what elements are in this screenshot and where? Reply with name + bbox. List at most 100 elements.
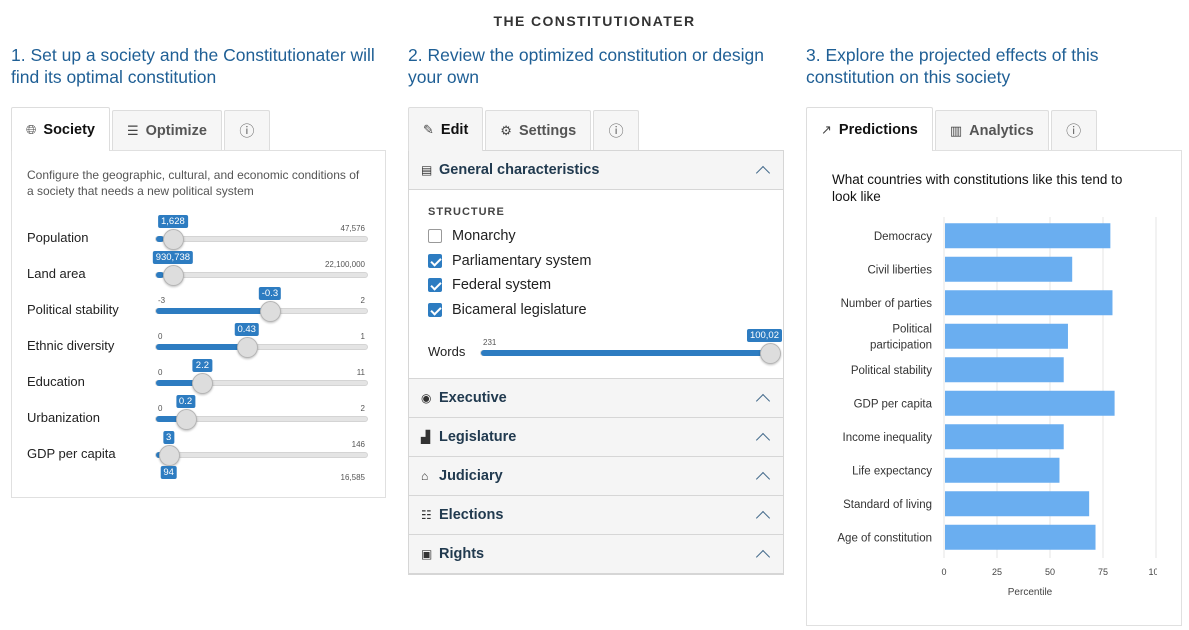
words-slider[interactable]: 231 100,02 [480, 329, 782, 364]
tab-analytics[interactable]: ▥ Analytics [934, 110, 1049, 150]
chevron-up-icon[interactable] [755, 546, 771, 562]
tab-info[interactable]: ⓘ [1050, 110, 1097, 150]
accordion-general-characteristics[interactable]: ▤ General characteristics [409, 151, 783, 190]
effects-column: 3. Explore the projected effects of this… [806, 44, 1182, 626]
x-tick-label: 25 [992, 567, 1002, 577]
chevron-up-icon[interactable] [755, 390, 771, 406]
slider-track[interactable]: -3 2 -0.3 [155, 287, 368, 322]
slider-handle[interactable] [192, 373, 214, 394]
slider-max: 2 [360, 296, 365, 305]
design-tabs: ✎ Edit ⚙ Settings ⓘ [408, 106, 784, 151]
chevron-up-icon[interactable] [755, 468, 771, 484]
trend-icon: ↗ [821, 121, 832, 137]
slider-track[interactable]: 0 1 0.43 [155, 323, 368, 358]
tab-edit[interactable]: ✎ Edit [408, 107, 484, 151]
tab-predictions[interactable]: ↗ Predictions [806, 107, 933, 151]
tab-label: Society [43, 121, 95, 138]
bar [945, 491, 1090, 517]
option-federal-system[interactable]: Federal system [428, 273, 764, 298]
bar [945, 457, 1060, 483]
words-slider-fill [481, 350, 770, 356]
building-icon: ▟ [421, 430, 431, 444]
x-tick-label: 0 [941, 567, 946, 577]
chart-title: What countries with constitutions like t… [832, 172, 1123, 204]
option-monarchy[interactable]: Monarchy [428, 224, 764, 249]
accordion-legislature[interactable]: ▟ Legislature [409, 418, 783, 457]
option-bicameral-legislature[interactable]: Bicameral legislature [428, 298, 764, 323]
tab-label: Edit [440, 121, 469, 138]
slider-max: 11 [356, 368, 365, 377]
slider-value: -0.3 [258, 287, 282, 300]
chevron-up-icon[interactable] [755, 429, 771, 445]
briefcase-icon: ▣ [421, 547, 433, 561]
accordion-elections[interactable]: ☷ Elections [409, 496, 783, 535]
slider-handle[interactable] [236, 337, 258, 358]
slider-handle[interactable] [259, 301, 281, 322]
accordion-title: Rights [439, 546, 485, 562]
category-label: Number of parties [841, 298, 933, 310]
slider-max: 2 [360, 404, 365, 413]
design-heading: 2. Review the optimized constitution or … [408, 45, 765, 87]
tab-info[interactable]: ⓘ [593, 110, 640, 150]
globe-icon: 🌐︎ [26, 121, 37, 137]
tab-society[interactable]: 🌐︎ Society [11, 107, 110, 151]
bar [945, 390, 1115, 416]
slider-value: 0.43 [234, 323, 259, 336]
checkbox-checked[interactable] [428, 302, 442, 317]
slider-label: GDP per capita [27, 446, 116, 461]
slider-track[interactable]: 47,576 1,628 [155, 215, 368, 250]
category-label: Life expectancy [852, 465, 932, 477]
slider-value: 3 [163, 431, 175, 444]
words-slider-handle[interactable] [760, 343, 781, 364]
slider-fill [156, 344, 247, 350]
tab-label: Optimize [145, 122, 207, 139]
slider-label: Ethnic diversity [27, 338, 115, 353]
category-label: Age of constitution [837, 532, 932, 544]
option-parliamentary-system[interactable]: Parliamentary system [428, 249, 764, 274]
slider-track[interactable]: 0 11 2.2 [155, 359, 368, 394]
slider-fill [156, 308, 270, 314]
sliders-icon: ☰ [127, 122, 139, 138]
effects-tabs: ↗ Predictions ▥ Analytics ⓘ [806, 106, 1182, 151]
slider-row: Land area 22,100,000 930,738 [27, 251, 370, 292]
slider-track[interactable]: 0 2 0.2 [155, 395, 368, 430]
slider-handle[interactable] [175, 409, 197, 430]
predictions-panel: What countries with constitutions like t… [806, 150, 1182, 626]
slider-row: Political stability -3 2 -0.3 [27, 287, 370, 328]
tab-optimize[interactable]: ☰ Optimize [112, 110, 222, 150]
slider-track[interactable]: 22,100,000 930,738 [152, 251, 368, 286]
society-panel: Configure the geographic, cultural, and … [11, 150, 386, 498]
accordion-title: General characteristics [439, 162, 600, 178]
words-label: Words [428, 344, 466, 359]
words-value: 100,02 [746, 329, 782, 342]
structure-options: Monarchy Parliamentary system Federal syst… [428, 224, 764, 322]
slider-handle[interactable] [162, 265, 184, 286]
slider-max: 22,100,000 [324, 260, 365, 269]
x-axis-label: Percentile [1008, 587, 1053, 598]
slider-track[interactable]: 146 3 94 16,585 [155, 431, 368, 482]
checkbox-checked[interactable] [428, 278, 442, 293]
bar [945, 524, 1096, 550]
checkbox-checked[interactable] [428, 253, 442, 268]
tab-label: Analytics [969, 122, 1034, 139]
accordion-judiciary[interactable]: ⌂ Judiciary [409, 457, 783, 496]
document-icon: ▤ [421, 163, 433, 177]
category-label: Civil liberties [867, 264, 932, 276]
chevron-up-icon[interactable] [755, 507, 771, 523]
x-tick-label: 75 [1098, 567, 1108, 577]
category-label: Democracy [874, 231, 932, 243]
option-label: Monarchy [452, 228, 516, 245]
slider-handle[interactable] [158, 445, 180, 466]
general-characteristics-body: STRUCTURE Monarchy Parliamentary system Fe… [409, 190, 783, 379]
tab-settings[interactable]: ⚙ Settings [485, 110, 592, 150]
accordion-rights[interactable]: ▣ Rights [409, 535, 783, 574]
category-label: GDP per capita [854, 398, 933, 410]
effects-heading: 3. Explore the projected effects of this… [806, 45, 1099, 87]
accordion-executive[interactable]: ◉ Executive [409, 379, 783, 418]
chevron-up-icon[interactable] [755, 162, 771, 178]
checkbox[interactable] [428, 229, 442, 244]
slider-handle[interactable] [162, 229, 184, 250]
slider-value-secondary: 94 [160, 466, 177, 479]
tab-info[interactable]: ⓘ [223, 110, 270, 150]
info-icon: ⓘ [1066, 123, 1082, 140]
